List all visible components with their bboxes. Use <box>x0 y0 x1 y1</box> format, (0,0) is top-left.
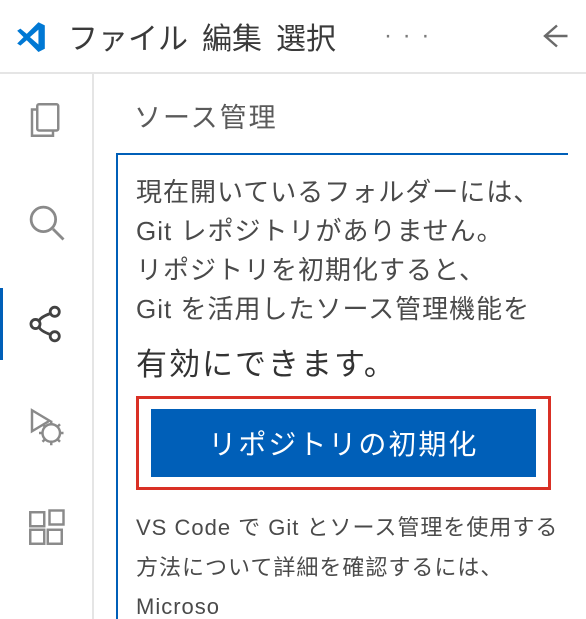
initialize-repository-button[interactable]: リポジトリの初期化 <box>151 409 536 477</box>
activity-bar <box>0 74 94 619</box>
menu-overflow-icon[interactable]: · · · <box>384 22 431 50</box>
menu-file[interactable]: ファイル <box>68 14 188 58</box>
activity-source-control[interactable] <box>0 294 93 354</box>
titlebar: ファイル 編集 選択 · · · <box>0 0 586 74</box>
desc-line: Git を活用したソース管理機能を <box>136 290 568 329</box>
menu-edit[interactable]: 編集 <box>202 14 262 58</box>
activity-explorer[interactable] <box>0 90 93 150</box>
activity-search[interactable] <box>0 192 93 252</box>
desc-line: リポジトリを初期化すると、 <box>136 251 568 290</box>
menu-bar: ファイル 編集 選択 <box>68 14 336 58</box>
main-area: ソース管理 現在開いているフォルダーには、 Git レポジトリがありません。 リ… <box>0 74 586 619</box>
back-arrow-icon[interactable] <box>534 16 574 56</box>
desc-line: Git レポジトリがありません。 <box>136 212 568 251</box>
panel-content: 現在開いているフォルダーには、 Git レポジトリがありません。 リポジトリを初… <box>116 153 568 619</box>
source-control-panel: ソース管理 現在開いているフォルダーには、 Git レポジトリがありません。 リ… <box>94 74 586 619</box>
help-line: VS Code で Git とソース管理を使用する <box>136 508 568 548</box>
highlight-box: リポジトリの初期化 <box>136 396 551 490</box>
help-line: 方法について詳細を確認するには、Microso <box>136 548 568 619</box>
activity-extensions[interactable] <box>0 498 93 558</box>
activity-run-debug[interactable] <box>0 396 93 456</box>
description-text: 現在開いているフォルダーには、 Git レポジトリがありません。 リポジトリを初… <box>136 173 568 329</box>
panel-title: ソース管理 <box>134 96 586 135</box>
desc-line: 現在開いているフォルダーには、 <box>136 173 568 212</box>
vscode-logo-icon <box>12 17 50 55</box>
help-text: VS Code で Git とソース管理を使用する 方法について詳細を確認するに… <box>136 508 568 619</box>
desc-emphasis: 有効にできます。 <box>136 339 568 384</box>
menu-select[interactable]: 選択 <box>276 14 336 58</box>
